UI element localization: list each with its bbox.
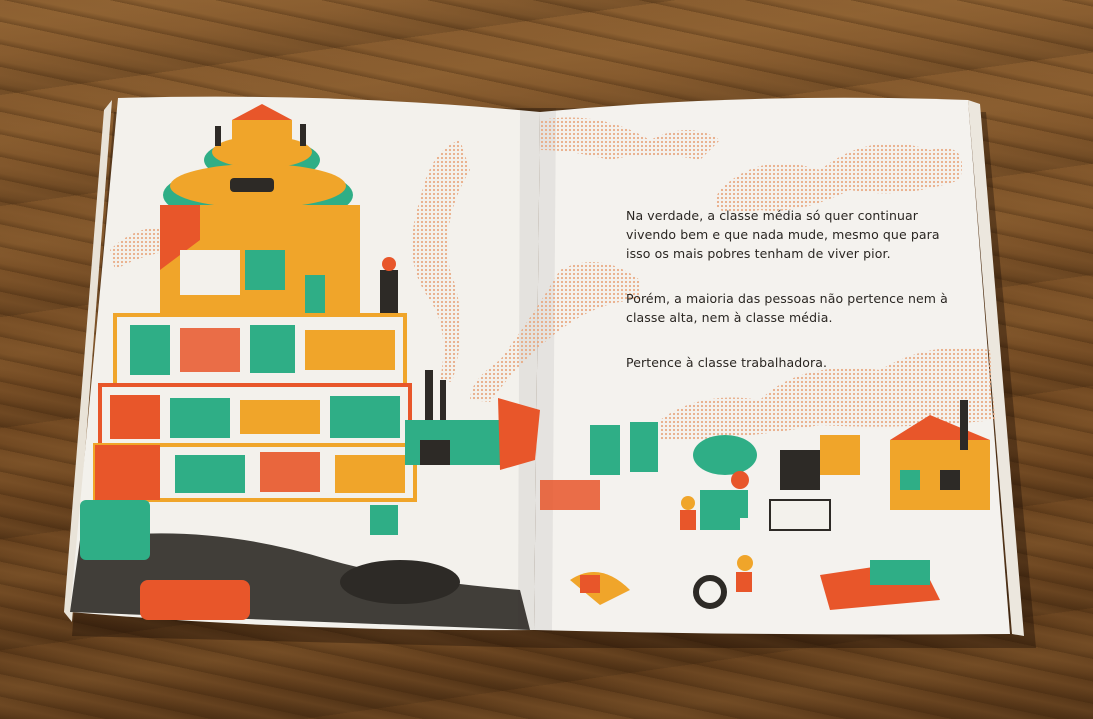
right-page-text: Na verdade, a classe média só quer conti… <box>626 206 966 372</box>
gutter-shadow <box>518 108 556 632</box>
text-paragraph-3: Pertence à classe trabalhadora. <box>626 355 828 370</box>
text-paragraph-2: Porém, a maioria das pessoas não pertenc… <box>626 291 948 325</box>
text-paragraph-1: Na verdade, a classe média só quer conti… <box>626 208 940 261</box>
